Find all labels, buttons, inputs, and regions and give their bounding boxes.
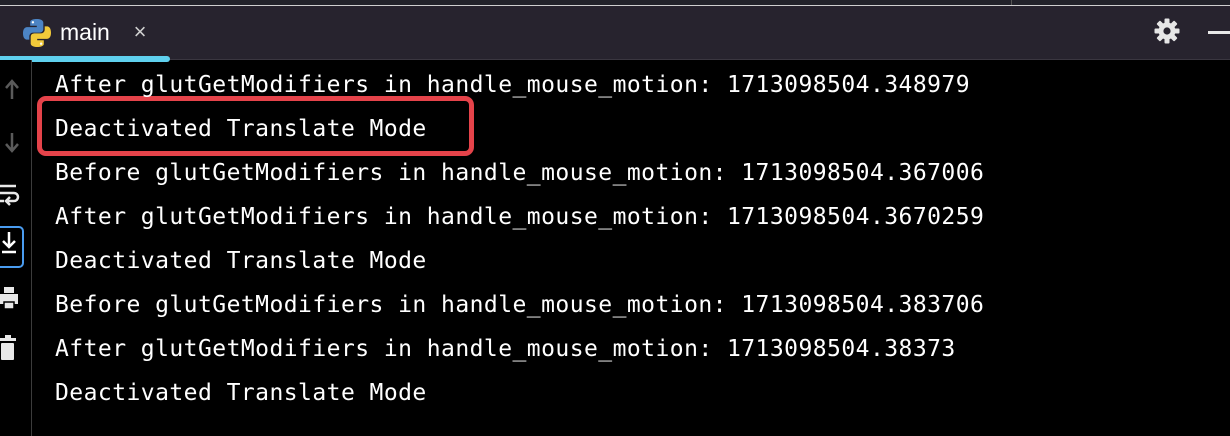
close-icon[interactable]: ×	[130, 21, 150, 43]
python-icon	[23, 19, 51, 47]
tab-main[interactable]: main ×	[0, 6, 170, 62]
console-toolbar-divider	[31, 60, 32, 436]
soft-wrap-icon[interactable]	[0, 180, 24, 208]
trash-icon[interactable]	[0, 334, 24, 362]
scroll-to-end-icon[interactable]	[0, 226, 24, 268]
gear-icon[interactable]	[1153, 17, 1181, 45]
console-line: After glutGetModifiers in handle_mouse_m…	[55, 336, 956, 362]
up-arrow-icon[interactable]	[0, 75, 24, 103]
console-line-highlighted: Deactivated Translate Mode	[55, 116, 427, 142]
console-line: Deactivated Translate Mode	[55, 248, 427, 274]
print-icon[interactable]	[0, 284, 24, 312]
down-arrow-icon[interactable]	[0, 129, 24, 157]
tab-bar-divider	[0, 59, 1230, 60]
tab-bar	[0, 6, 1230, 60]
console-line: Before glutGetModifiers in handle_mouse_…	[55, 160, 985, 186]
minimize-icon[interactable]	[1208, 31, 1230, 34]
console-line: Before glutGetModifiers in handle_mouse_…	[55, 292, 985, 318]
console-line: Deactivated Translate Mode	[55, 380, 427, 406]
tab-label: main	[60, 19, 110, 45]
console-line: After glutGetModifiers in handle_mouse_m…	[55, 72, 971, 98]
console-output: After glutGetModifiers in handle_mouse_m…	[55, 68, 1225, 428]
console-line: After glutGetModifiers in handle_mouse_m…	[55, 204, 985, 230]
